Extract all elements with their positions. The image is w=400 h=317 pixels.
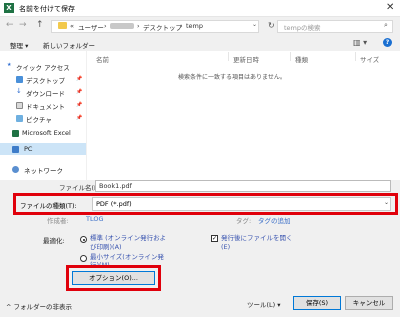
column-date[interactable]: 更新日時 [233, 54, 259, 64]
filetype-value: PDF (*.pdf) [96, 200, 132, 208]
nav-desktop[interactable]: デスクトップ [26, 75, 65, 85]
file-list [87, 51, 400, 180]
new-folder-button[interactable]: 新しいフォルダー [43, 40, 95, 50]
organize-button[interactable]: 整理 ▾ [10, 40, 28, 50]
download-arrow-icon: ↓ [16, 87, 22, 95]
picture-icon [16, 115, 23, 122]
document-icon [16, 102, 23, 109]
optimize-label: 最適化: [43, 237, 65, 245]
window-title: 名前を付けて保存 [19, 5, 75, 13]
pin-icon[interactable]: 📌 [76, 102, 82, 108]
breadcrumb-separator: › [180, 22, 183, 30]
tools-button[interactable]: ツール(L) ▾ [247, 299, 281, 309]
breadcrumb-desktop[interactable]: デスクトップ [143, 22, 182, 32]
refresh-icon[interactable]: ↻ [268, 21, 275, 30]
column-divider[interactable] [228, 52, 229, 61]
close-icon[interactable]: ✕ [386, 2, 394, 13]
breadcrumb-temp[interactable]: temp [186, 22, 203, 30]
star-icon: ★ [7, 62, 12, 68]
author-label: 作成者: [47, 217, 69, 225]
view-options-icon[interactable]: ▥ ▾ [353, 38, 367, 47]
column-divider[interactable] [290, 52, 291, 61]
nav-pictures[interactable]: ピクチャ [26, 114, 52, 124]
desktop-icon [16, 76, 23, 83]
column-divider[interactable] [355, 52, 356, 61]
search-icon[interactable]: ⌕ [384, 21, 388, 30]
redacted-user-name [110, 23, 134, 29]
cancel-button[interactable]: キャンセル [345, 296, 393, 310]
open-after-publish-label-2[interactable]: (E) [221, 243, 230, 252]
computer-icon [12, 146, 19, 153]
breadcrumb-users[interactable]: ユーザー [78, 22, 104, 32]
nav-quick-access[interactable]: クイック アクセス [16, 62, 70, 72]
tags-value[interactable]: タグの追加 [258, 215, 291, 225]
empty-folder-message: 検索条件に一致する項目はありません。 [178, 74, 286, 81]
hide-folders-button[interactable]: ^ フォルダーの非表示 [6, 301, 72, 311]
search-placeholder: tempの検索 [284, 24, 321, 32]
author-value[interactable]: TLOG [86, 215, 104, 223]
radio-standard-label-1[interactable]: 標準 (オンライン発行およ [90, 234, 166, 243]
breadcrumb-separator: › [137, 22, 140, 30]
folder-icon [58, 22, 67, 29]
filename-input[interactable] [95, 180, 391, 192]
pin-icon[interactable]: 📌 [76, 115, 82, 121]
options-button[interactable]: オプション(O)... [72, 271, 155, 285]
back-arrow-icon[interactable]: ← [6, 20, 14, 30]
nav-microsoft-excel[interactable]: Microsoft Excel [22, 129, 71, 137]
radio-standard[interactable] [80, 236, 87, 243]
column-name[interactable]: 名前 [96, 54, 109, 64]
filetype-label: ファイルの種類(T): [20, 202, 77, 210]
open-after-publish-checkbox[interactable]: ✓ [211, 235, 218, 242]
breadcrumb-overflow[interactable]: « [70, 22, 74, 30]
pin-icon[interactable]: 📌 [76, 76, 82, 82]
save-as-dialog: X 名前を付けて保存 ✕ ← → ↑ « ユーザー › › デスクトップ › t… [0, 0, 400, 317]
open-after-publish-label-1[interactable]: 発行後にファイルを開く [221, 234, 293, 243]
nav-documents[interactable]: ドキュメント [26, 101, 65, 111]
filename-value: Book1.pdf [99, 182, 132, 190]
tags-label: タグ: [236, 217, 252, 225]
help-icon[interactable]: ? [383, 38, 392, 47]
excel-icon [12, 130, 19, 137]
network-icon [12, 166, 19, 173]
excel-app-icon: X [4, 3, 14, 13]
chevron-down-icon[interactable]: ⌄ [384, 199, 389, 206]
filetype-select[interactable] [92, 197, 391, 211]
forward-arrow-icon[interactable]: → [19, 20, 27, 30]
column-size[interactable]: サイズ [360, 54, 379, 64]
nav-network[interactable]: ネットワーク [24, 165, 63, 175]
pin-icon[interactable]: 📌 [76, 89, 82, 95]
column-type[interactable]: 種類 [295, 54, 308, 64]
nav-downloads[interactable]: ダウンロード [26, 88, 65, 98]
address-dropdown-icon[interactable]: ⌄ [252, 21, 257, 28]
nav-pc[interactable]: PC [24, 145, 32, 153]
save-button[interactable]: 保存(S) [293, 296, 341, 310]
up-arrow-icon[interactable]: ↑ [36, 20, 44, 30]
radio-minimum[interactable] [80, 255, 87, 262]
breadcrumb-separator: › [104, 22, 107, 30]
radio-standard-label-2[interactable]: び印刷)(A) [90, 243, 122, 252]
